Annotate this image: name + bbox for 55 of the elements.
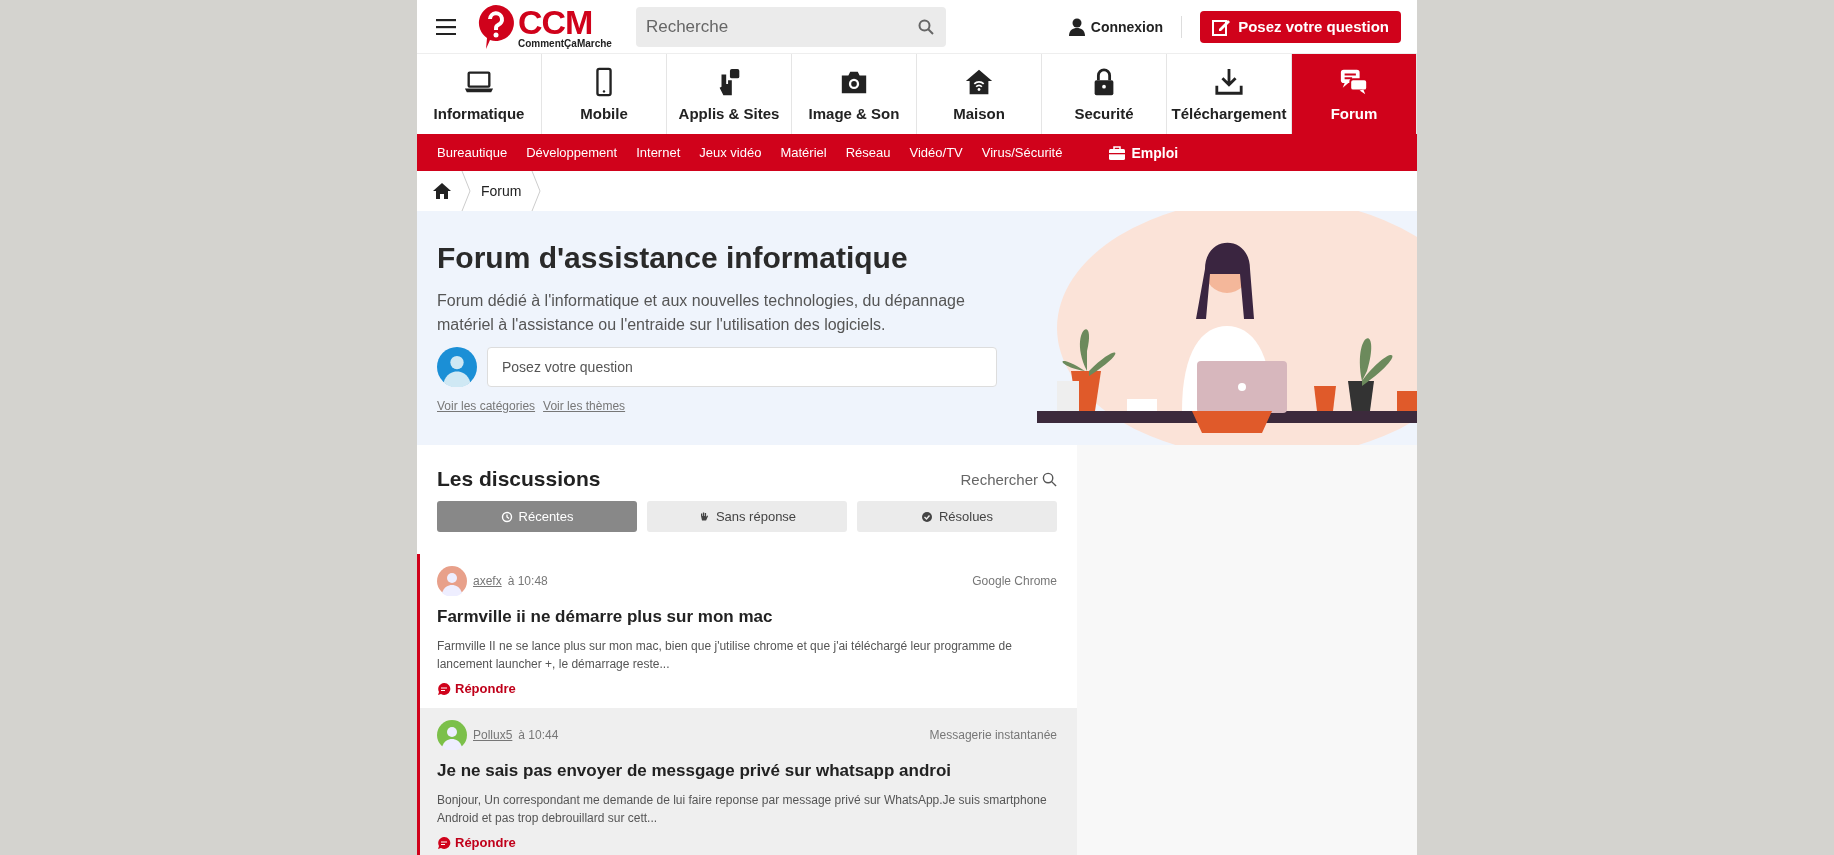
avatar-icon xyxy=(437,720,467,750)
edit-icon xyxy=(1212,17,1231,36)
discussions-title: Les discussions xyxy=(437,467,601,491)
thread-excerpt: Farmville II ne se lance plus sur mon mac, bien que j'utilise chrome et que j'ai téléchargé leur programme de lancement launcher +, le démarrage reste... xyxy=(437,638,1013,673)
breadcrumb-separator xyxy=(461,171,471,211)
breadcrumb-separator xyxy=(531,171,542,211)
download-icon xyxy=(1214,66,1244,97)
check-circle-icon xyxy=(920,510,933,523)
breadcrumb-link[interactable]: Forum xyxy=(481,183,522,199)
thread-title[interactable]: Je ne sais pas envoyer de messgage privé sur whatsapp androi xyxy=(437,761,1057,781)
speech-bubble-icon xyxy=(437,681,451,696)
page-description: Forum dédié à l'informatique et aux nouvelles technologies, du dépannage matériel à l'assistance ou l'entraide sur l'utilisation des logiciels. xyxy=(437,291,966,335)
speech-bubble-icon xyxy=(437,835,451,850)
logo-subtext: CommentÇaMarche xyxy=(518,38,612,49)
search-icon xyxy=(1042,471,1057,487)
thread-category: Google Chrome xyxy=(972,574,1057,588)
home-icon[interactable] xyxy=(433,183,451,199)
briefcase-icon xyxy=(1109,145,1126,160)
avatar-icon xyxy=(437,566,467,596)
thread-title[interactable]: Farmville ii ne démarre plus sur mon mac xyxy=(437,607,1057,627)
author-link[interactable]: Pollux5 xyxy=(473,728,513,742)
reply-link[interactable]: Répondre xyxy=(437,681,1057,696)
subnav-link[interactable]: Réseau xyxy=(845,145,891,160)
filter-tab[interactable]: Résolues xyxy=(857,501,1057,532)
hero-link[interactable]: Voir les thèmes xyxy=(543,399,626,413)
user-icon xyxy=(1068,17,1085,36)
page-title: Forum d'assistance informatique xyxy=(437,241,909,275)
avatar-icon xyxy=(437,347,477,387)
ask-question-button[interactable]: Posez votre question xyxy=(1200,10,1401,43)
author-link[interactable]: axefx xyxy=(473,574,502,588)
question-field[interactable]: Posez votre question xyxy=(487,347,997,387)
category-tab[interactable]: Forum xyxy=(1292,54,1417,134)
thread-excerpt: Bonjour, Un correspondant me demande de lui faire reponse par message privé sur WhatsApp.Je suis smartphone Android et pas trop debrouillard sur cett... xyxy=(437,792,1048,827)
subnav-link[interactable]: Vidéo/TV xyxy=(909,145,963,160)
reply-link[interactable]: Répondre xyxy=(437,835,1057,850)
filter-tab[interactable]: Récentes xyxy=(437,501,637,532)
search-field[interactable]: Recherche xyxy=(635,6,946,47)
job-link[interactable]: Emploi xyxy=(1109,144,1179,161)
logo-text: CCM xyxy=(518,4,593,39)
hero-link[interactable]: Voir les catégories xyxy=(437,399,536,413)
subnav-link[interactable]: Internet xyxy=(636,145,681,160)
thread-category: Messagerie instantanée xyxy=(929,728,1057,742)
login-link[interactable]: Connexion xyxy=(1068,17,1164,36)
post-time: à 10:48 xyxy=(507,574,548,588)
menu-icon[interactable] xyxy=(436,18,456,35)
subnav-link[interactable]: Jeux vidéo xyxy=(699,145,762,160)
subnav-link[interactable]: Virus/Sécurité xyxy=(981,145,1063,160)
subnav-link[interactable]: Bureautique xyxy=(437,145,508,160)
post-time: à 10:44 xyxy=(518,728,559,742)
subnav-link[interactable]: Matériel xyxy=(780,145,827,160)
clock-icon xyxy=(500,510,513,523)
search-link[interactable]: Rechercher xyxy=(960,470,1057,488)
filter-tab[interactable]: Sans réponse xyxy=(647,501,847,532)
search-icon[interactable] xyxy=(917,18,934,35)
subnav-link[interactable]: Développement xyxy=(526,145,618,160)
